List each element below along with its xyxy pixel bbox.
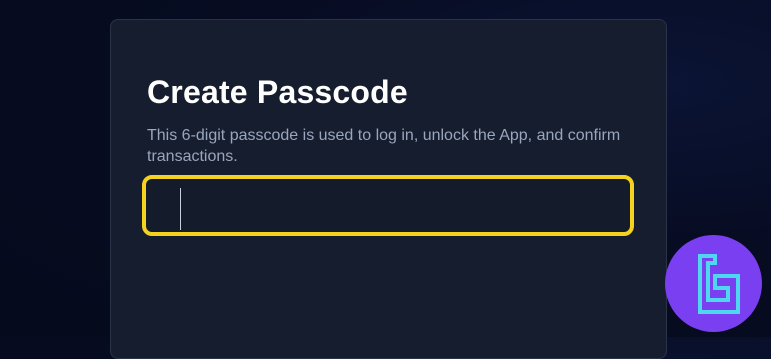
passcode-field[interactable] xyxy=(142,175,634,236)
passcode-card: Create Passcode This 6-digit passcode is… xyxy=(110,19,667,359)
page-title: Create Passcode xyxy=(147,74,408,110)
passcode-description: This 6-digit passcode is used to log in,… xyxy=(147,127,621,165)
tc-brand-logo-icon xyxy=(697,253,740,314)
passcode-input[interactable] xyxy=(146,179,630,232)
brand-logo xyxy=(665,235,762,332)
text-caret xyxy=(180,188,181,230)
